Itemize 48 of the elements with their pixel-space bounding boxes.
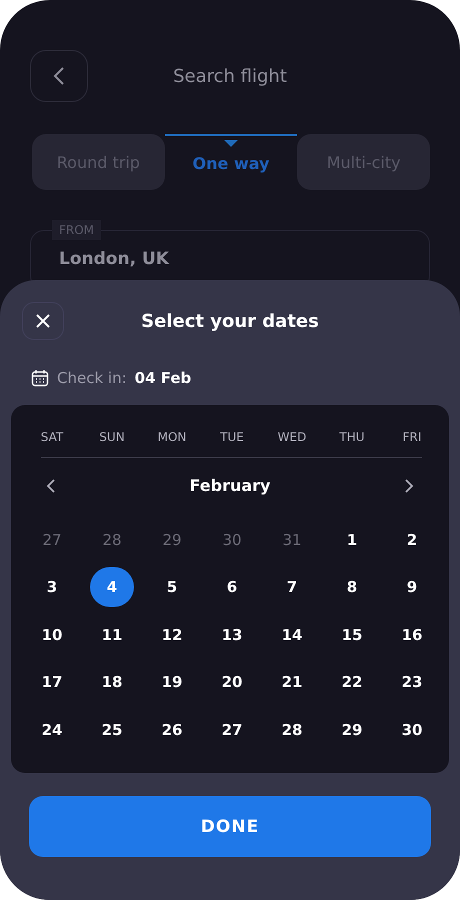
- calendar-day[interactable]: 26: [150, 710, 194, 750]
- close-icon: [36, 314, 50, 328]
- weekday-label: MON: [156, 430, 188, 444]
- calendar-day[interactable]: 13: [210, 614, 254, 655]
- calendar-day[interactable]: 5: [150, 567, 194, 608]
- weekday-label: SUN: [98, 430, 126, 444]
- calendar-day[interactable]: 21: [270, 662, 314, 702]
- calendar-day[interactable]: 7: [270, 567, 314, 608]
- calendar-day[interactable]: 19: [150, 662, 194, 702]
- calendar-day[interactable]: 18: [90, 662, 134, 702]
- done-button[interactable]: DONE: [29, 796, 431, 857]
- calendar-day[interactable]: 2: [390, 520, 434, 560]
- month-label: February: [190, 476, 270, 495]
- calendar-day[interactable]: 11: [90, 614, 134, 655]
- chevron-left-icon: [52, 66, 66, 86]
- calendar-day[interactable]: 22: [330, 662, 374, 702]
- calendar-icon: [31, 369, 49, 387]
- weekday-label: SAT: [40, 430, 64, 444]
- calendar-day[interactable]: 29: [330, 710, 374, 750]
- calendar-day[interactable]: 4: [90, 567, 134, 608]
- calendar-day[interactable]: 8: [330, 567, 374, 608]
- calendar-day[interactable]: 9: [390, 567, 434, 608]
- weekday-label: THU: [338, 430, 366, 444]
- weekday-label: FRI: [402, 430, 422, 444]
- calendar-day[interactable]: 28: [270, 710, 314, 750]
- calendar-day[interactable]: 25: [90, 710, 134, 750]
- check-in-label: Check in:: [57, 369, 127, 387]
- calendar-day[interactable]: 10: [30, 614, 74, 655]
- calendar-day[interactable]: 3: [30, 567, 74, 608]
- sheet-title: Select your dates: [140, 310, 320, 332]
- calendar-day[interactable]: 15: [330, 614, 374, 655]
- field-label: FROM: [52, 220, 102, 240]
- calendar-day[interactable]: 24: [30, 710, 74, 750]
- calendar-day[interactable]: 12: [150, 614, 194, 655]
- calendar-day[interactable]: 20: [210, 662, 254, 702]
- calendar-day[interactable]: 16: [390, 614, 434, 655]
- calendar-day[interactable]: 30: [390, 710, 434, 750]
- calendar-day[interactable]: 27: [210, 710, 254, 750]
- close-button[interactable]: [22, 302, 64, 340]
- weekday-label: WED: [276, 430, 308, 444]
- calendar-day[interactable]: 23: [390, 662, 434, 702]
- calendar-day[interactable]: 1: [330, 520, 374, 560]
- calendar-day[interactable]: 14: [270, 614, 314, 655]
- weekday-label: TUE: [219, 430, 245, 444]
- screen-title: Search flight: [172, 66, 288, 86]
- check-in-date: 04 Feb: [134, 369, 192, 387]
- calendar-day[interactable]: 17: [30, 662, 74, 702]
- calendar-day[interactable]: 6: [210, 567, 254, 608]
